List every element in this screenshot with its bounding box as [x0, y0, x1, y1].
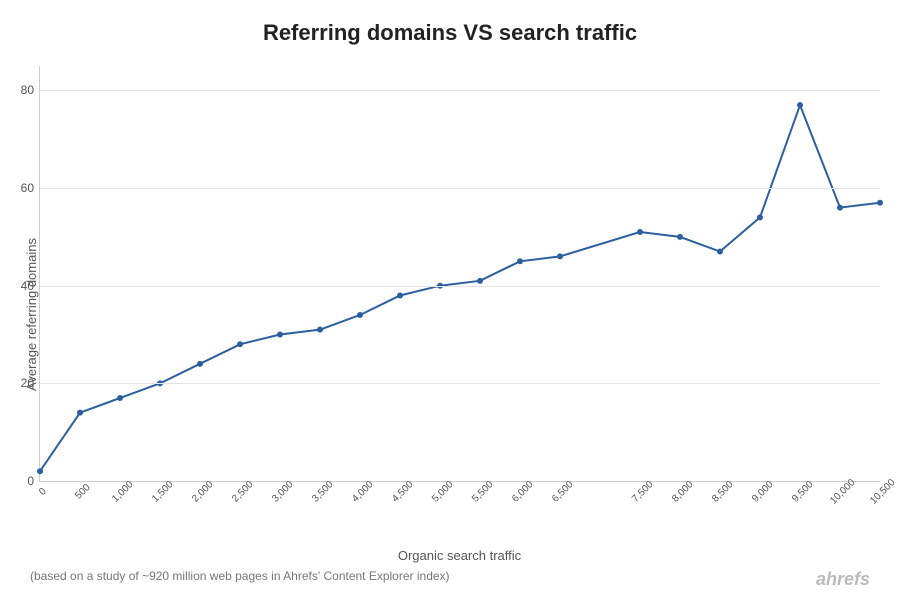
footer-brand: ahrefs	[816, 569, 870, 590]
x-tick-label: 1,500	[150, 479, 175, 504]
y-tick-label: 20	[21, 376, 34, 390]
line-chart	[40, 66, 880, 481]
x-tick-label: 6,500	[550, 479, 575, 504]
x-tick-label: 5,000	[430, 479, 455, 504]
y-tick-label: 40	[21, 279, 34, 293]
y-tick-label: 0	[27, 474, 34, 488]
y-axis-label: Average referring domains	[20, 66, 39, 563]
chart-container: 020406080	[39, 66, 880, 482]
x-tick-label: 5,500	[470, 479, 495, 504]
chart-and-xaxis: 020406080 0 500 1,000 1,500 2,000 2,500 3,000 3…	[39, 66, 880, 563]
footer: (based on a study of ~920 million web pa…	[20, 569, 880, 590]
x-tick-label: 10,000	[828, 477, 857, 506]
x-tick-label: 9,500	[790, 479, 815, 504]
x-tick-label: 9,000	[750, 479, 775, 504]
x-tick-label: 4,000	[350, 479, 375, 504]
grid-line	[40, 90, 880, 91]
x-tick-label: 10,500	[868, 477, 897, 506]
x-tick-label: 8,500	[710, 479, 735, 504]
page: Referring domains VS search traffic Aver…	[0, 0, 900, 600]
x-tick-label: 6,000	[510, 479, 535, 504]
x-tick-label: 0	[37, 486, 49, 498]
x-axis-ticks: 0 500 1,000 1,500 2,000 2,500 3,000 3,500 4,000 4…	[39, 482, 880, 512]
x-tick-label: 2,500	[230, 479, 255, 504]
x-tick-label: 4,500	[390, 479, 415, 504]
grid-line	[40, 286, 880, 287]
x-tick-label: 7,500	[630, 479, 655, 504]
x-tick-label: 500	[73, 482, 93, 502]
x-tick-label: 3,500	[310, 479, 335, 504]
x-tick-label: 3,000	[270, 479, 295, 504]
chart-title: Referring domains VS search traffic	[263, 20, 637, 46]
x-tick-label: 8,000	[670, 479, 695, 504]
footer-note: (based on a study of ~920 million web pa…	[30, 569, 450, 590]
grid-line	[40, 188, 880, 189]
y-tick-label: 60	[21, 181, 34, 195]
y-tick-label: 80	[21, 83, 34, 97]
x-axis-label: Organic search traffic	[39, 548, 880, 563]
x-tick-label: 1,000	[110, 479, 135, 504]
x-tick-label: 2,000	[190, 479, 215, 504]
grid-line	[40, 383, 880, 384]
chart-area: Average referring domains 020406080 0500…	[20, 66, 880, 563]
